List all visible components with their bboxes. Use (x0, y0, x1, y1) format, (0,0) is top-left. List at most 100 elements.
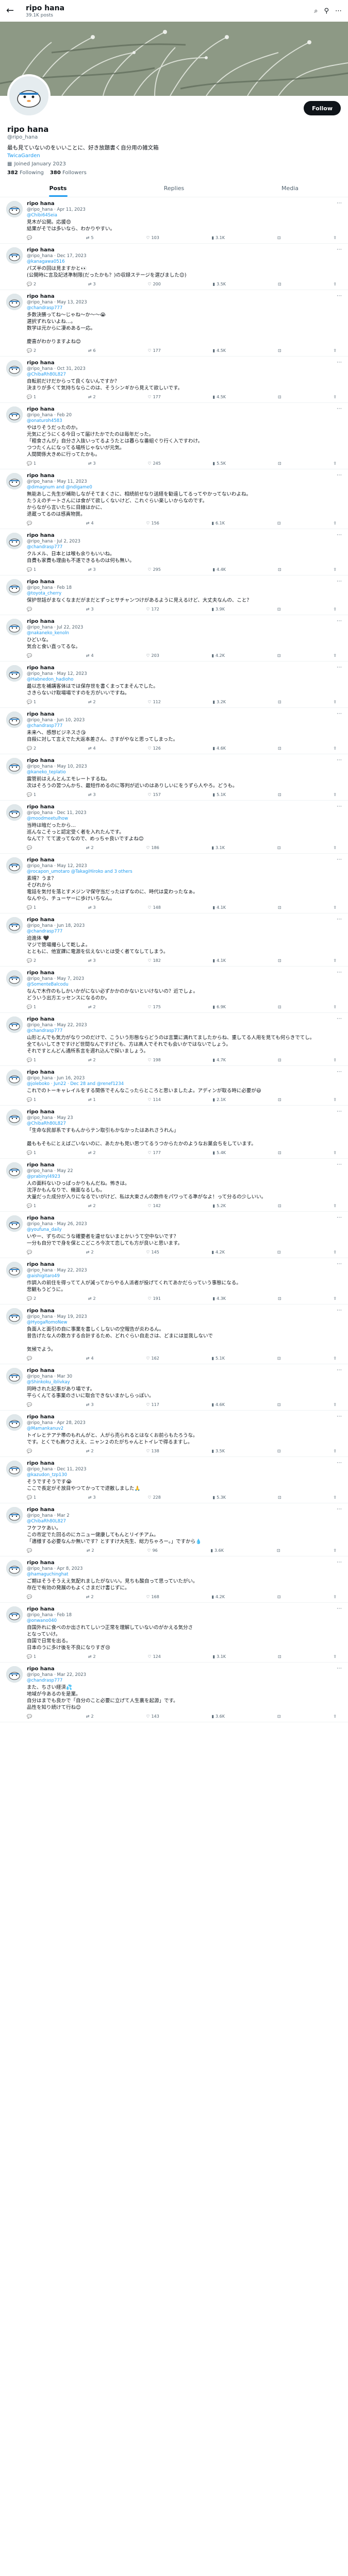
tweet-more-icon[interactable]: ⋯ (337, 472, 342, 478)
tweet-avatar[interactable] (6, 758, 23, 774)
share-button[interactable]: ⇪ (333, 1296, 337, 1301)
replying-to-handle[interactable]: @dimagnum and @ndigame0 (27, 485, 92, 490)
share-button[interactable]: ⇪ (333, 958, 337, 963)
reply-button[interactable]: 💬 1 (27, 792, 36, 797)
tweet[interactable]: ripo hana @ripo_hana · Feb 18 @toyota_cher… (0, 575, 348, 615)
tweet-author-name[interactable]: ripo hana (27, 917, 342, 923)
reply-button[interactable]: 💬 (27, 607, 34, 612)
tweet[interactable]: ripo hana @ripo_hana · May 19, 2023 @Hyoga… (0, 1304, 348, 1364)
tweet-avatar[interactable] (6, 619, 23, 635)
views-button[interactable]: ▮ 3.1K (212, 235, 225, 240)
tweet-avatar[interactable] (6, 1368, 23, 1384)
bookmark-button[interactable]: ⊡ (278, 1150, 281, 1155)
tweet-more-icon[interactable]: ⋯ (337, 857, 342, 862)
share-button[interactable]: ⇪ (333, 1150, 337, 1155)
like-button[interactable]: ♡ 157 (147, 792, 160, 797)
bookmark-button[interactable]: ⊡ (278, 282, 281, 286)
views-button[interactable]: ▮ 6.9K (213, 1005, 226, 1009)
retweet-button[interactable]: ⇄ 2 (88, 700, 96, 704)
search-icon[interactable]: ⚲ (324, 7, 329, 15)
like-button[interactable]: ♡ 177 (147, 395, 160, 399)
replying-to-handle[interactable]: @nakaneko_kenoln (27, 631, 69, 636)
share-button[interactable]: ⇪ (333, 1495, 337, 1500)
retweet-button[interactable]: ⇄ 2 (88, 1058, 96, 1062)
share-button[interactable]: ⇪ (333, 845, 337, 850)
share-button[interactable]: ⇪ (333, 461, 337, 466)
like-button[interactable]: ♡ 168 (146, 1595, 159, 1599)
tweet-avatar[interactable] (6, 1606, 23, 1623)
tweet-author-name[interactable]: ripo hana (27, 711, 342, 718)
tweet-avatar[interactable] (6, 665, 23, 682)
tab-media[interactable]: Media (232, 180, 348, 197)
tweet-avatar[interactable] (6, 201, 23, 217)
replying-to-handle[interactable]: @ChibaRh80L827 (27, 1121, 66, 1126)
reply-button[interactable]: 💬 (27, 1595, 34, 1599)
views-button[interactable]: ▮ 2.1K (213, 1097, 226, 1102)
like-button[interactable]: ♡ 112 (147, 700, 160, 704)
retweet-button[interactable]: ⇄ 2 (86, 1449, 94, 1453)
like-button[interactable]: ♡ 175 (147, 1005, 160, 1009)
retweet-button[interactable]: ⇄ 5 (86, 235, 94, 240)
like-button[interactable]: ♡ 114 (147, 1097, 160, 1102)
tweet-more-icon[interactable]: ⋯ (337, 804, 342, 809)
replying-to-handle[interactable]: @chandrasp777 (27, 306, 62, 311)
tweet-author-name[interactable]: ripo hana (27, 1215, 342, 1222)
tweet-author-name[interactable]: ripo hana (27, 1606, 342, 1613)
retweet-button[interactable]: ⇄ 3 (86, 607, 94, 612)
tweet-more-icon[interactable]: ⋯ (337, 406, 342, 412)
retweet-button[interactable]: ⇄ 2 (88, 1654, 96, 1659)
tweet-avatar[interactable] (6, 1162, 23, 1179)
share-button[interactable]: ⇪ (333, 1005, 337, 1009)
replying-to-handle[interactable]: @youfuna_daily (27, 1227, 62, 1232)
replying-to-handle[interactable]: @chandrasp777 (27, 1678, 62, 1683)
views-button[interactable]: ▮ 5.5K (213, 461, 226, 466)
following-link[interactable]: 382 Following (7, 170, 44, 176)
replying-to-handle[interactable]: @joleboko · Jun22 · Dec 28 and @renef123… (27, 1081, 124, 1087)
bookmark-button[interactable]: ⊡ (278, 1058, 281, 1062)
reply-button[interactable]: 💬 1 (27, 567, 36, 572)
views-button[interactable]: ▮ 4.1K (213, 905, 226, 910)
tweet-author-name[interactable]: ripo hana (27, 247, 342, 253)
replying-to-handle[interactable]: @kaneko_teplatio (27, 770, 66, 775)
like-button[interactable]: ♡ 162 (146, 1356, 159, 1361)
retweet-button[interactable]: ⇄ 2 (86, 1714, 94, 1719)
reply-button[interactable]: 💬 1 (27, 1495, 36, 1500)
tweet-avatar[interactable] (6, 360, 23, 377)
like-button[interactable]: ♡ 103 (146, 235, 159, 240)
reply-button[interactable]: 💬 1 (27, 1654, 36, 1659)
tweet-more-icon[interactable]: ⋯ (337, 360, 342, 365)
follow-button[interactable]: Follow (304, 101, 341, 115)
retweet-button[interactable]: ⇄ 3 (88, 461, 96, 466)
bookmark-button[interactable]: ⊡ (277, 521, 281, 526)
share-button[interactable]: ⇪ (333, 1250, 337, 1255)
tweet-more-icon[interactable]: ⋯ (337, 1261, 342, 1267)
views-button[interactable]: ▮ 4.3K (213, 1296, 226, 1301)
bookmark-button[interactable]: ⊡ (278, 792, 281, 797)
retweet-button[interactable]: ⇄ 3 (88, 905, 96, 910)
share-button[interactable]: ⇪ (333, 1097, 337, 1102)
tweet-more-icon[interactable]: ⋯ (337, 1606, 342, 1612)
retweet-button[interactable]: ⇄ 2 (86, 1250, 94, 1255)
tweet[interactable]: ripo hana @ripo_hana · Jun 16, 2023 @joleb… (0, 1066, 348, 1106)
retweet-button[interactable]: ⇄ 4 (86, 653, 94, 658)
replying-to-handle[interactable]: @HyogaRomoNew (27, 1320, 67, 1325)
share-button[interactable]: ⇪ (333, 1548, 337, 1553)
tweet-more-icon[interactable]: ⋯ (337, 247, 342, 252)
bookmark-button[interactable]: ⊡ (278, 746, 281, 751)
like-button[interactable]: ♡ 177 (147, 1150, 160, 1155)
like-button[interactable]: ♡ 142 (147, 1204, 160, 1208)
reply-button[interactable]: 💬 (27, 521, 34, 526)
retweet-button[interactable]: ⇄ 3 (88, 958, 96, 963)
tweet[interactable]: ripo hana @ripo_hana · Jul 22, 2023 @nakan… (0, 615, 348, 662)
replying-to-handle[interactable]: @SomenteBalcodu (27, 982, 69, 987)
bookmark-button[interactable]: ⊡ (278, 567, 281, 572)
replying-to-handle[interactable]: @onwano040 (27, 1618, 57, 1623)
tweet[interactable]: ripo hana @ripo_hana · Apr 8, 2023 @hamagu… (0, 1556, 348, 1603)
replying-to-handle[interactable]: @chandrasp777 (27, 723, 62, 728)
bookmark-button[interactable]: ⊡ (278, 1495, 281, 1500)
reply-button[interactable]: 💬 2 (27, 746, 36, 751)
tweet[interactable]: ripo hana @ripo_hana · Feb 20 @onaturoh458… (0, 403, 348, 469)
tweet-avatar[interactable] (6, 1461, 23, 1477)
views-button[interactable]: ▮ 3.9K (212, 607, 225, 612)
retweet-button[interactable]: ⇄ 4 (86, 521, 94, 526)
